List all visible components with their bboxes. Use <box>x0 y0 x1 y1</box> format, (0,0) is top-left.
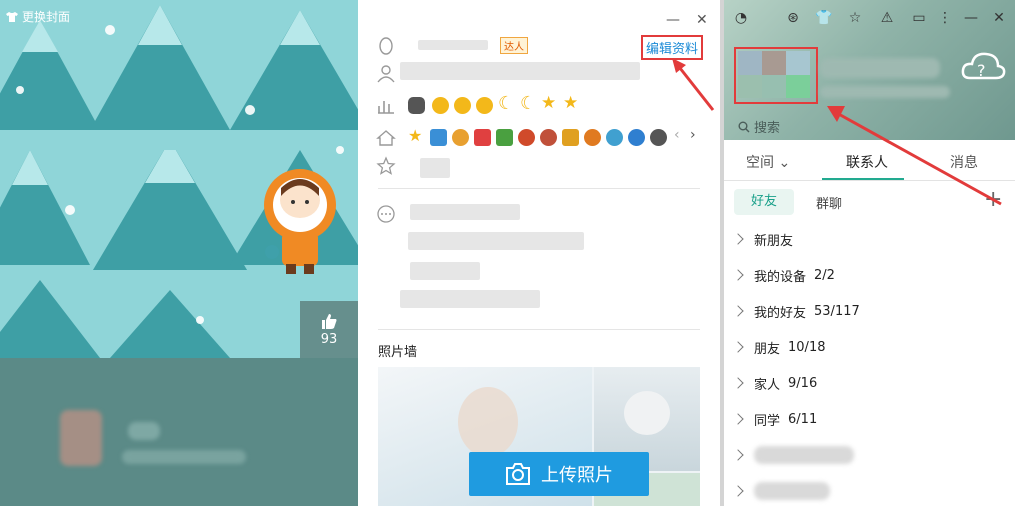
sun-level-icon <box>432 97 449 114</box>
chevron-right-icon <box>732 413 744 425</box>
subtab-friends[interactable]: 好友 <box>734 189 794 215</box>
group-item-new-friends[interactable]: 新朋友 <box>732 228 793 250</box>
menu-icon[interactable]: ⋮ <box>936 9 954 27</box>
badge-prev-icon[interactable]: ‹ <box>674 127 680 143</box>
group-item-devices[interactable]: 我的设备 2/2 <box>732 264 835 286</box>
game-badge-icon[interactable] <box>518 129 535 146</box>
food-badge-icon[interactable] <box>584 129 601 146</box>
change-cover-label: 更换封面 <box>22 10 71 24</box>
owner-avatar <box>60 410 102 466</box>
close-icon[interactable]: ✕ <box>990 9 1008 27</box>
minimize-icon[interactable]: — <box>962 9 980 27</box>
photo-wall: 上传照片 <box>378 367 700 506</box>
pet-badge-icon[interactable] <box>540 129 557 146</box>
group-item-redacted[interactable] <box>732 444 854 466</box>
nickname-redacted <box>400 62 640 80</box>
owner-info-area <box>0 358 358 506</box>
penguin-icon <box>379 37 393 55</box>
sun-level-icon <box>454 97 471 114</box>
star-level-icon: ★ <box>563 93 579 113</box>
change-cover-button[interactable]: 更换封面 <box>6 8 70 25</box>
divider <box>378 188 700 189</box>
chevron-right-icon <box>732 449 744 461</box>
info-line-redacted <box>408 232 584 250</box>
like-count: 93 <box>320 332 338 347</box>
moon-level-icon: ☾ <box>520 93 537 114</box>
owner-signature-redacted <box>122 450 246 464</box>
search-icon <box>738 121 750 132</box>
more-info-icon <box>377 205 395 223</box>
profile-panel: — ✕ 达人 编辑资料 ☾ ☾ ★ ★ ★ ‹ › 照片墙 上传照片 <box>358 0 720 506</box>
minimize-icon[interactable]: — <box>666 12 680 28</box>
signature-redacted <box>820 86 950 98</box>
annotation-arrow <box>827 106 1002 206</box>
camera-icon <box>506 463 530 485</box>
group-item-my-friends[interactable]: 我的好友 53/117 <box>732 300 860 322</box>
qq-logo-icon: ◔ <box>734 10 748 26</box>
username-redacted <box>820 58 940 78</box>
info-line-redacted <box>410 204 520 220</box>
home-icon <box>376 130 396 146</box>
headset-badge-icon[interactable] <box>628 129 645 146</box>
star-outline-icon <box>376 156 396 175</box>
cover-panel: 更换封面 93 <box>0 0 358 506</box>
moon-level-icon: ☾ <box>498 93 515 114</box>
user-icon <box>377 65 395 83</box>
heart-badge-icon[interactable] <box>650 129 667 146</box>
triangle-icon[interactable]: ⚠ <box>878 9 896 27</box>
info-line-redacted <box>400 290 540 308</box>
divider <box>378 329 700 330</box>
user-avatar[interactable] <box>734 47 818 104</box>
group-item-friends[interactable]: 朋友 10/18 <box>732 336 825 358</box>
chevron-right-icon <box>732 377 744 389</box>
annotation-arrow <box>672 58 715 111</box>
upload-photo-button[interactable]: 上传照片 <box>469 452 649 496</box>
upload-photo-label: 上传照片 <box>541 465 613 486</box>
tshirt-icon <box>6 11 18 22</box>
search-placeholder: 搜索 <box>754 121 781 136</box>
lock-icon[interactable]: ⊛ <box>784 9 802 27</box>
gift-badge-icon[interactable] <box>496 129 513 146</box>
star-icon[interactable]: ☆ <box>846 9 864 27</box>
mail-icon[interactable]: ▭ <box>910 9 928 27</box>
chevron-right-icon <box>732 269 744 281</box>
group-item-classmates[interactable]: 同学 6/11 <box>732 408 817 430</box>
chevron-right-icon <box>732 341 744 353</box>
search-box[interactable]: 搜索 <box>738 117 780 136</box>
music-badge-icon[interactable] <box>474 129 491 146</box>
constellation-redacted <box>420 158 450 178</box>
qq-main-panel: ◔ ⊛ 👕 ☆ ⚠ ▭ ⋮ — ✕ ? 搜索 空间 ⌄ 联系人 消息 好友 群聊… <box>724 0 1015 506</box>
level-icon <box>378 101 394 114</box>
owner-name-redacted <box>128 422 160 440</box>
vip-badge: 达人 <box>500 37 528 54</box>
play-badge-icon[interactable] <box>606 129 623 146</box>
house-badge-icon[interactable] <box>562 129 579 146</box>
group-item-redacted[interactable] <box>732 480 830 502</box>
camera-badge-icon[interactable] <box>430 129 447 146</box>
penguin-badge-icon[interactable] <box>452 129 469 146</box>
close-icon[interactable]: ✕ <box>696 12 708 28</box>
chevron-right-icon <box>732 485 744 497</box>
group-item-family[interactable]: 家人 9/16 <box>732 372 817 394</box>
weather-icon[interactable]: ? <box>960 48 1006 84</box>
chevron-right-icon <box>732 305 744 317</box>
like-button[interactable]: 93 <box>300 301 358 358</box>
badge-next-icon[interactable]: › <box>690 127 696 143</box>
chevron-right-icon <box>732 233 744 245</box>
thumbs-up-icon <box>300 312 358 334</box>
qq-number-redacted <box>418 40 488 50</box>
crown-level-icon <box>408 97 425 114</box>
sun-level-icon <box>476 97 493 114</box>
tshirt-icon[interactable]: 👕 <box>815 9 833 27</box>
svg-text:?: ? <box>977 61 986 80</box>
tab-space[interactable]: 空间 ⌄ <box>746 152 790 172</box>
star-badge-icon[interactable]: ★ <box>408 126 422 145</box>
star-level-icon: ★ <box>541 93 557 113</box>
photo-wall-label: 照片墙 <box>378 345 418 360</box>
info-line-redacted <box>410 262 480 280</box>
